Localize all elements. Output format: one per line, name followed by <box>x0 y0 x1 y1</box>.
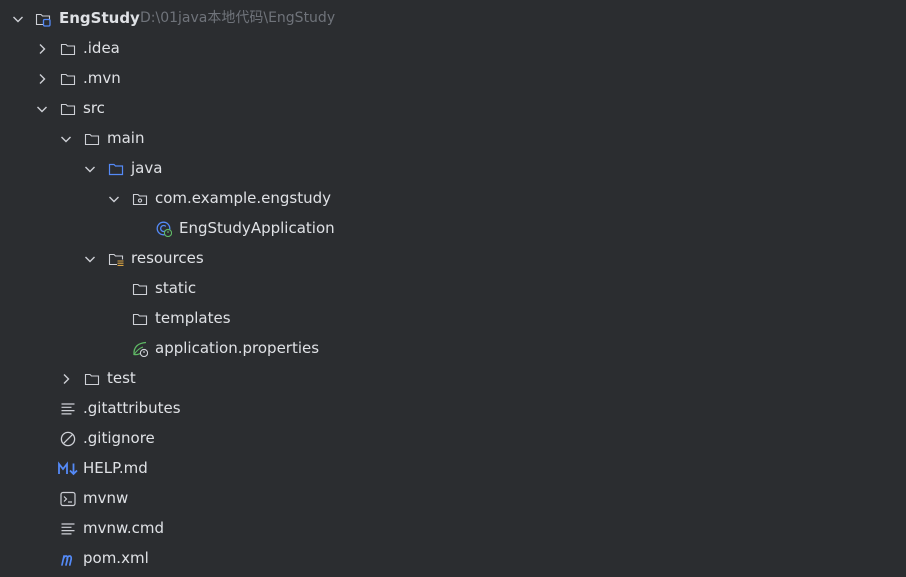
chevron-down-icon[interactable] <box>58 131 74 147</box>
item-label: application.properties <box>155 339 320 357</box>
tree-row-package[interactable]: com.example.engstudy <box>0 183 906 213</box>
resources-root-folder-icon <box>108 253 124 267</box>
item-label: .idea <box>83 39 120 57</box>
item-label: static <box>155 279 197 297</box>
folder-icon <box>60 43 76 56</box>
chevron-down-icon[interactable] <box>10 11 26 27</box>
tree-row-app-class[interactable]: EngStudyApplication <box>0 213 906 243</box>
item-label: resources <box>131 249 204 267</box>
folder-icon <box>84 373 100 386</box>
project-tree: EngStudy D:\01java本地代码\EngStudy .idea .m… <box>0 0 906 577</box>
spring-properties-icon <box>133 341 148 357</box>
source-root-folder-icon <box>108 163 124 176</box>
folder-icon <box>84 133 100 146</box>
tree-row-mvnw[interactable]: mvnw <box>0 483 906 513</box>
folder-icon <box>132 283 148 296</box>
item-label: EngStudyApplication <box>179 219 335 237</box>
item-label: pom.xml <box>83 549 149 567</box>
folder-icon <box>60 103 76 116</box>
tree-row-src[interactable]: src <box>0 93 906 123</box>
shell-script-icon <box>60 491 76 507</box>
item-label: mvnw <box>83 489 129 507</box>
tree-row-idea[interactable]: .idea <box>0 33 906 63</box>
chevron-right-icon[interactable] <box>58 371 74 387</box>
tree-row-resources[interactable]: resources <box>0 243 906 273</box>
maven-icon <box>61 555 73 566</box>
chevron-right-icon[interactable] <box>34 41 50 57</box>
tree-row-mvn[interactable]: .mvn <box>0 63 906 93</box>
folder-icon <box>132 313 148 326</box>
chevron-down-icon[interactable] <box>34 101 50 117</box>
item-label: src <box>83 99 105 117</box>
chevron-down-icon[interactable] <box>82 161 98 177</box>
package-icon <box>132 193 148 206</box>
module-folder-icon <box>35 13 51 27</box>
item-label: mvnw.cmd <box>83 519 165 537</box>
tree-row-app-props[interactable]: application.properties <box>0 333 906 363</box>
item-label: java <box>131 159 163 177</box>
ignore-file-icon <box>60 431 76 447</box>
chevron-down-icon[interactable] <box>82 251 98 267</box>
tree-row-test[interactable]: test <box>0 363 906 393</box>
item-label: com.example.engstudy <box>155 189 331 207</box>
tree-row-help[interactable]: HELP.md <box>0 453 906 483</box>
item-label: main <box>107 129 145 147</box>
spring-boot-application-icon <box>156 221 172 237</box>
tree-row-pom[interactable]: pom.xml <box>0 543 906 573</box>
item-label: .mvn <box>83 69 121 87</box>
tree-row-main[interactable]: main <box>0 123 906 153</box>
tree-row-static[interactable]: static <box>0 273 906 303</box>
tree-row-mvnw-cmd[interactable]: mvnw.cmd <box>0 513 906 543</box>
item-label: HELP.md <box>83 459 148 477</box>
text-file-icon <box>61 523 75 535</box>
tree-row-templates[interactable]: templates <box>0 303 906 333</box>
folder-icon <box>60 73 76 86</box>
item-label: templates <box>155 309 231 327</box>
chevron-down-icon[interactable] <box>106 191 122 207</box>
project-path: D:\01java本地代码\EngStudy <box>140 10 336 26</box>
project-name: EngStudy <box>59 9 140 27</box>
tree-row-project[interactable]: EngStudy D:\01java本地代码\EngStudy <box>0 3 906 33</box>
item-label: .gitattributes <box>83 399 181 417</box>
chevron-right-icon[interactable] <box>34 71 50 87</box>
item-label: test <box>107 369 136 387</box>
text-file-icon <box>61 403 75 415</box>
markdown-icon <box>58 461 78 476</box>
tree-row-java[interactable]: java <box>0 153 906 183</box>
tree-row-gitignore[interactable]: .gitignore <box>0 423 906 453</box>
item-label: .gitignore <box>83 429 155 447</box>
tree-row-gitattributes[interactable]: .gitattributes <box>0 393 906 423</box>
